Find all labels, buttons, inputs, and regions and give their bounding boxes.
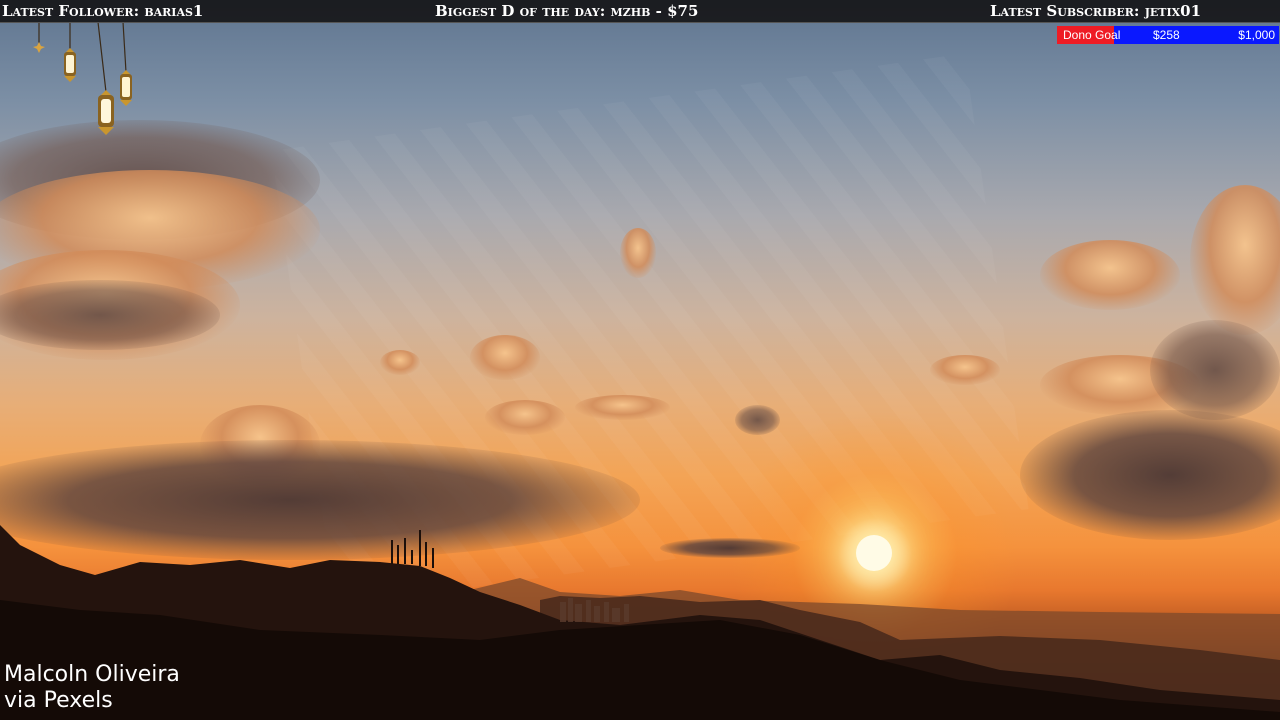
lantern <box>64 48 76 82</box>
lantern <box>120 70 132 106</box>
donation-goal-current: $258 <box>1153 28 1180 42</box>
donation-goal-target: $1,000 <box>1238 28 1275 42</box>
photo-credit: Malcoln Oliveira via Pexels <box>4 662 180 714</box>
lantern-icon <box>30 21 150 147</box>
mountain-silhouette <box>0 525 1280 720</box>
donation-goal-bar: Dono Goal $258 $1,000 <box>1057 26 1279 44</box>
stream-info-bar: Latest Follower: barias1 Biggest D of th… <box>0 0 1280 23</box>
antenna-towers <box>391 530 434 568</box>
latest-follower-text: Latest Follower: barias1 <box>2 2 204 20</box>
lantern <box>98 90 114 135</box>
latest-subscriber-text: Latest Subscriber: jetix01 <box>990 2 1202 20</box>
biggest-donation-text: Biggest D of the day: mzhb - $75 <box>435 2 699 20</box>
donation-goal-label: Dono Goal <box>1063 28 1121 42</box>
stream-background <box>0 0 1280 720</box>
photo-credit-source: via Pexels <box>4 688 113 713</box>
photo-credit-author: Malcoln Oliveira <box>4 662 180 687</box>
